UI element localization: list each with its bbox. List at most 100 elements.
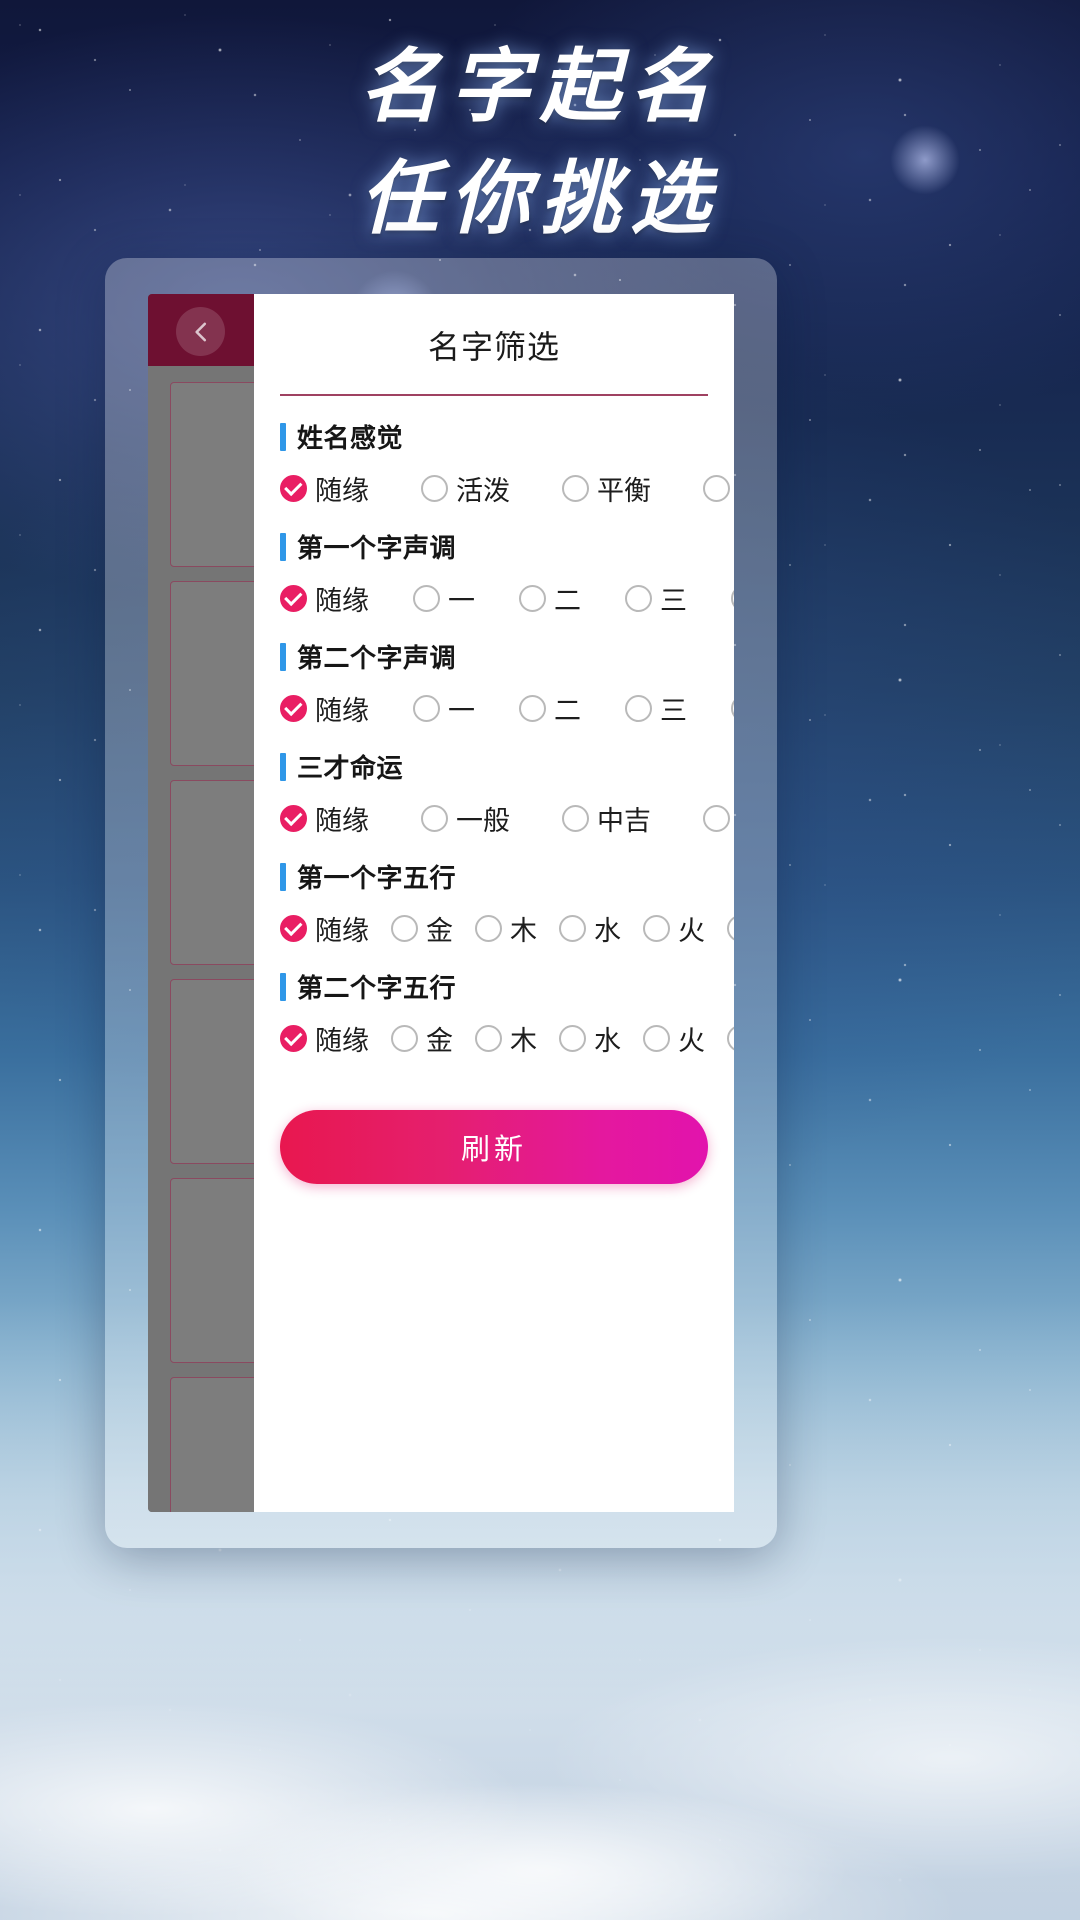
accent-bar — [280, 862, 286, 891]
radio-option[interactable]: 一般 — [421, 799, 510, 838]
radio-unchecked-icon[interactable] — [643, 915, 670, 942]
radio-option-label: 火 — [678, 916, 705, 946]
radio-option[interactable]: 一 — [413, 689, 475, 728]
radio-option[interactable]: 四 — [731, 689, 734, 728]
radio-unchecked-icon[interactable] — [559, 915, 586, 942]
radio-option[interactable]: 随缘 — [280, 909, 369, 948]
radio-option[interactable]: 随缘 — [280, 1019, 369, 1058]
radio-unchecked-icon[interactable] — [643, 1025, 670, 1052]
filter-group-label: 第二个字声调 — [297, 643, 457, 673]
radio-unchecked-icon[interactable] — [413, 585, 440, 612]
radio-option-label: 平衡 — [597, 476, 651, 506]
radio-option-label: 随缘 — [315, 586, 369, 616]
radio-option[interactable]: 金 — [391, 1019, 453, 1058]
radio-option[interactable]: 四 — [731, 579, 734, 618]
filter-group-label: 第一个字声调 — [297, 533, 457, 563]
radio-option[interactable]: 木 — [475, 909, 537, 948]
radio-unchecked-icon[interactable] — [731, 695, 734, 722]
radio-option[interactable]: 金 — [391, 909, 453, 948]
radio-option[interactable]: 大吉 — [703, 799, 734, 838]
radio-option-label: 二 — [554, 696, 581, 726]
filter-group-label: 第一个字五行 — [297, 863, 457, 893]
radio-option[interactable]: 三 — [625, 579, 687, 618]
radio-unchecked-icon[interactable] — [727, 1025, 734, 1052]
radio-option[interactable]: 火 — [643, 909, 705, 948]
radio-option-label: 随缘 — [315, 916, 369, 946]
refresh-button[interactable]: 刷新 — [280, 1110, 708, 1184]
radio-option-label: 水 — [594, 916, 621, 946]
radio-unchecked-icon[interactable] — [391, 1025, 418, 1052]
radio-option[interactable]: 水 — [559, 1019, 621, 1058]
radio-option-label: 一 — [448, 586, 475, 616]
radio-option[interactable]: 火 — [643, 1019, 705, 1058]
radio-unchecked-icon[interactable] — [519, 585, 546, 612]
radio-option[interactable]: 二 — [519, 579, 581, 618]
hero-title-line-2: 任你挑选 — [360, 155, 720, 244]
filter-option-row: 随缘 一 二 三 四 — [280, 689, 734, 728]
radio-option-label: 一 — [448, 696, 475, 726]
radio-option[interactable]: 随缘 — [280, 469, 369, 508]
radio-unchecked-icon[interactable] — [421, 475, 448, 502]
filter-option-row: 随缘 一 二 三 四 — [280, 579, 734, 618]
radio-option[interactable]: 土 — [727, 909, 734, 948]
filter-option-row: 随缘 金 木 水 火土 — [280, 1019, 734, 1058]
radio-checked-icon[interactable] — [280, 475, 307, 502]
radio-checked-icon[interactable] — [280, 585, 307, 612]
radio-unchecked-icon[interactable] — [731, 585, 734, 612]
radio-option[interactable]: 三 — [625, 689, 687, 728]
radio-option[interactable]: 中吉 — [562, 799, 651, 838]
radio-checked-icon[interactable] — [280, 695, 307, 722]
radio-checked-icon[interactable] — [280, 805, 307, 832]
radio-unchecked-icon[interactable] — [727, 915, 734, 942]
radio-option[interactable]: 木 — [475, 1019, 537, 1058]
radio-option[interactable]: 活泼 — [421, 469, 510, 508]
accent-bar — [280, 422, 286, 451]
radio-option[interactable]: 一 — [413, 579, 475, 618]
accent-bar — [280, 752, 286, 781]
radio-option[interactable]: 文静 — [703, 469, 734, 508]
radio-option[interactable]: 平衡 — [562, 469, 651, 508]
filter-option-row: 随缘 金 木 水 火土 — [280, 909, 734, 948]
filter-group: 第一个字声调随缘 一 二 三 四 — [280, 528, 734, 618]
phone-frame: sī司三才配sī司三才配sī司三才配sī司三才配sī司三才配sī司三才配 名字筛… — [105, 258, 777, 1548]
back-button[interactable] — [176, 307, 225, 356]
radio-option[interactable]: 随缘 — [280, 799, 369, 838]
radio-unchecked-icon[interactable] — [625, 695, 652, 722]
radio-unchecked-icon[interactable] — [475, 915, 502, 942]
filter-group-label: 三才命运 — [297, 753, 404, 783]
radio-unchecked-icon[interactable] — [421, 805, 448, 832]
radio-option-label: 随缘 — [315, 1026, 369, 1056]
radio-option[interactable]: 二 — [519, 689, 581, 728]
radio-option-label: 随缘 — [315, 806, 369, 836]
radio-unchecked-icon[interactable] — [562, 475, 589, 502]
filter-group-header: 第二个字声调 — [280, 638, 708, 675]
radio-unchecked-icon[interactable] — [562, 805, 589, 832]
radio-unchecked-icon[interactable] — [625, 585, 652, 612]
radio-option[interactable]: 土 — [727, 1019, 734, 1058]
radio-checked-icon[interactable] — [280, 1025, 307, 1052]
radio-unchecked-icon[interactable] — [703, 805, 730, 832]
radio-option-label: 随缘 — [315, 696, 369, 726]
radio-unchecked-icon[interactable] — [413, 695, 440, 722]
filter-group-header: 姓名感觉 — [280, 418, 708, 455]
filter-option-row: 随缘活泼平衡文静 — [280, 469, 730, 508]
radio-option[interactable]: 随缘 — [280, 689, 369, 728]
radio-checked-icon[interactable] — [280, 915, 307, 942]
radio-unchecked-icon[interactable] — [475, 1025, 502, 1052]
radio-unchecked-icon[interactable] — [391, 915, 418, 942]
filter-group: 第二个字五行随缘 金 木 水 火土 — [280, 968, 734, 1058]
accent-bar — [280, 532, 286, 561]
radio-option-label: 二 — [554, 586, 581, 616]
radio-option-label: 随缘 — [315, 476, 369, 506]
filter-group: 第一个字五行随缘 金 木 水 火土 — [280, 858, 734, 948]
radio-unchecked-icon[interactable] — [703, 475, 730, 502]
radio-option[interactable]: 水 — [559, 909, 621, 948]
radio-unchecked-icon[interactable] — [559, 1025, 586, 1052]
radio-option[interactable]: 随缘 — [280, 579, 369, 618]
filter-groups: 姓名感觉随缘活泼平衡文静第一个字声调随缘一二三四第二个字声调随缘一二三四三才命运… — [280, 418, 734, 1058]
accent-bar — [280, 972, 286, 1001]
filter-group-label: 第二个字五行 — [297, 973, 457, 1003]
radio-unchecked-icon[interactable] — [519, 695, 546, 722]
radio-option-label: 活泼 — [456, 476, 510, 506]
sheet-divider — [280, 394, 708, 396]
